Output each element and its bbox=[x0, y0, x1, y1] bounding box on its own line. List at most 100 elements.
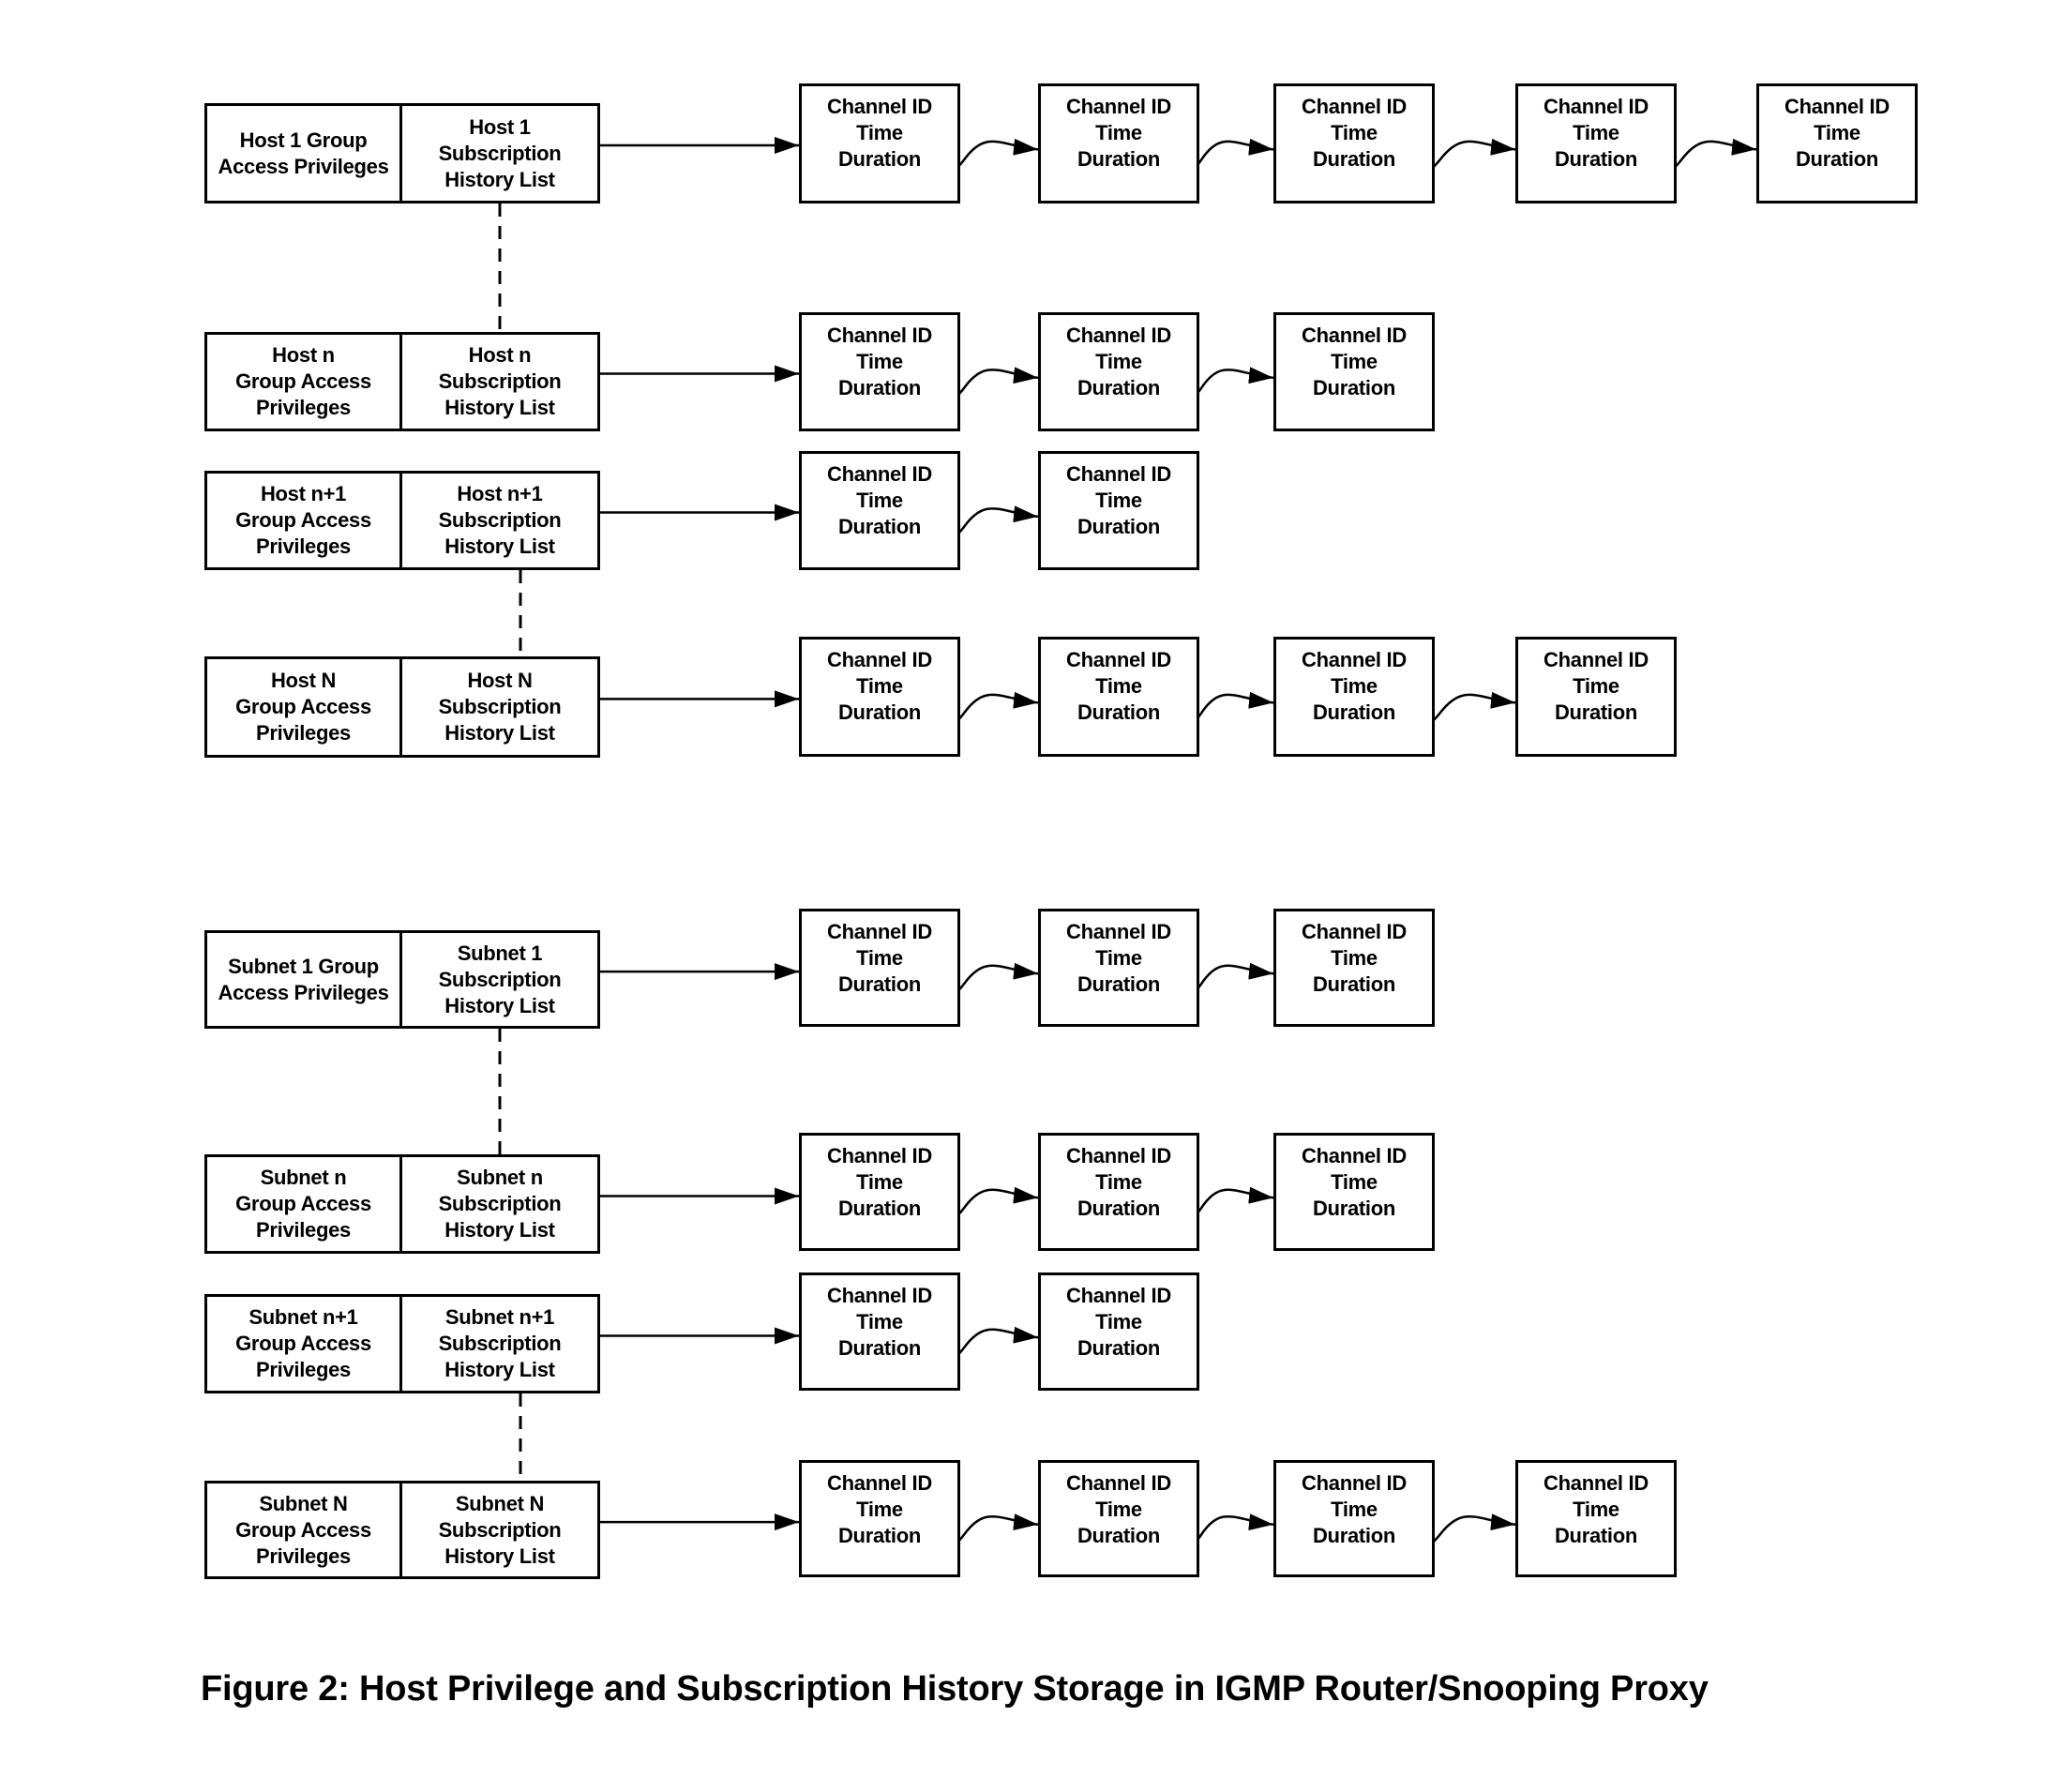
channel-id-label: Channel ID bbox=[1066, 95, 1171, 118]
channel-record: Channel ID Time Duration bbox=[1273, 1460, 1435, 1577]
time-label: Time bbox=[1095, 489, 1142, 512]
duration-label: Duration bbox=[1077, 700, 1161, 724]
time-label: Time bbox=[1331, 1170, 1378, 1194]
duration-label: Duration bbox=[837, 376, 922, 399]
duration-label: Duration bbox=[1312, 376, 1396, 399]
group-access-privileges-cell: Host n Group Access Privileges bbox=[207, 335, 402, 429]
record-host-n: Host n Group Access Privileges Host n Sub… bbox=[204, 332, 600, 431]
time-label: Time bbox=[856, 121, 903, 144]
time-label: Time bbox=[856, 1498, 903, 1521]
channel-record: Channel ID Time Duration bbox=[799, 451, 960, 570]
time-label: Time bbox=[1095, 1498, 1142, 1521]
time-label: Time bbox=[856, 1170, 903, 1194]
time-label: Time bbox=[1095, 350, 1142, 373]
channel-record: Channel ID Time Duration bbox=[1038, 909, 1199, 1027]
channel-id-label: Channel ID bbox=[827, 95, 932, 118]
channel-id-label: Channel ID bbox=[1302, 1471, 1407, 1495]
channel-id-label: Channel ID bbox=[1302, 1144, 1407, 1167]
duration-label: Duration bbox=[1795, 147, 1879, 171]
subscription-history-list-cell: Subnet n Subscription History List bbox=[438, 1166, 562, 1242]
record-subnet-1: Subnet 1 Group Access Privileges Subnet 1… bbox=[204, 930, 600, 1029]
record-subnet-n-plus-1: Subnet n+1 Group Access Privileges Subnet… bbox=[204, 1294, 600, 1393]
channel-id-label: Channel ID bbox=[1066, 462, 1171, 486]
time-label: Time bbox=[1331, 674, 1378, 698]
time-label: Time bbox=[1095, 1170, 1142, 1194]
record-host-1: Host 1 Group Access Privileges Host 1 Sub… bbox=[204, 103, 600, 203]
channel-record: Channel ID Time Duration bbox=[1273, 909, 1435, 1027]
time-label: Time bbox=[1331, 946, 1378, 970]
channel-record: Channel ID Time Duration bbox=[1515, 1460, 1677, 1577]
record-subnet-N: Subnet N Group Access Privileges Subnet N… bbox=[204, 1481, 600, 1579]
channel-record: Channel ID Time Duration bbox=[1273, 1133, 1435, 1251]
time-label: Time bbox=[856, 1310, 903, 1333]
channel-record: Channel ID Time Duration bbox=[1273, 637, 1435, 757]
duration-label: Duration bbox=[1554, 700, 1638, 724]
duration-label: Duration bbox=[1077, 1336, 1161, 1360]
channel-record: Channel ID Time Duration bbox=[1038, 1272, 1199, 1391]
channel-record: Channel ID Time Duration bbox=[799, 83, 960, 203]
time-label: Time bbox=[856, 350, 903, 373]
time-label: Time bbox=[1573, 674, 1619, 698]
channel-id-label: Channel ID bbox=[1543, 95, 1649, 118]
channel-id-label: Channel ID bbox=[827, 324, 932, 347]
channel-id-label: Channel ID bbox=[827, 462, 932, 486]
subscription-history-list-cell: Subnet n+1 Subscription History List bbox=[438, 1305, 562, 1381]
duration-label: Duration bbox=[837, 700, 922, 724]
channel-id-label: Channel ID bbox=[1066, 1471, 1171, 1495]
channel-id-label: Channel ID bbox=[1543, 1471, 1649, 1495]
channel-record: Channel ID Time Duration bbox=[1515, 83, 1677, 203]
duration-label: Duration bbox=[837, 515, 922, 538]
time-label: Time bbox=[856, 946, 903, 970]
channel-id-label: Channel ID bbox=[1066, 1144, 1171, 1167]
diagram: Figure 2: Host Privilege and Subscriptio… bbox=[0, 0, 2063, 1792]
duration-label: Duration bbox=[1077, 147, 1161, 171]
time-label: Time bbox=[1331, 350, 1378, 373]
channel-record: Channel ID Time Duration bbox=[799, 637, 960, 757]
duration-label: Duration bbox=[1077, 1524, 1161, 1547]
time-label: Time bbox=[1331, 121, 1378, 144]
channel-id-label: Channel ID bbox=[827, 1144, 932, 1167]
time-label: Time bbox=[856, 489, 903, 512]
channel-record: Channel ID Time Duration bbox=[799, 1460, 960, 1577]
time-label: Time bbox=[1095, 1310, 1142, 1333]
subscription-history-list-cell: Host 1 Subscription History List bbox=[438, 114, 562, 191]
channel-id-label: Channel ID bbox=[1543, 648, 1649, 671]
channel-id-label: Channel ID bbox=[827, 1284, 932, 1307]
record-subnet-n: Subnet n Group Access Privileges Subnet n… bbox=[204, 1154, 600, 1254]
subscription-history-list-cell: Host n Subscription History List bbox=[438, 343, 562, 419]
channel-record: Channel ID Time Duration bbox=[1038, 1133, 1199, 1251]
group-access-privileges-cell: Subnet n+1 Group Access Privileges bbox=[207, 1297, 402, 1391]
channel-id-label: Channel ID bbox=[1066, 920, 1171, 943]
subscription-history-list-cell: Host N Subscription History List bbox=[438, 669, 562, 745]
time-label: Time bbox=[1573, 1498, 1619, 1521]
time-label: Time bbox=[1095, 946, 1142, 970]
channel-record: Channel ID Time Duration bbox=[799, 1133, 960, 1251]
time-label: Time bbox=[856, 674, 903, 698]
duration-label: Duration bbox=[837, 1336, 922, 1360]
duration-label: Duration bbox=[837, 1197, 922, 1220]
channel-record: Channel ID Time Duration bbox=[1756, 83, 1918, 203]
channel-record: Channel ID Time Duration bbox=[799, 1272, 960, 1391]
group-access-privileges-cell: Subnet N Group Access Privileges bbox=[207, 1483, 402, 1576]
duration-label: Duration bbox=[837, 147, 922, 171]
duration-label: Duration bbox=[1312, 972, 1396, 996]
channel-record: Channel ID Time Duration bbox=[799, 909, 960, 1027]
channel-id-label: Channel ID bbox=[1066, 324, 1171, 347]
channel-record: Channel ID Time Duration bbox=[1038, 312, 1199, 431]
duration-label: Duration bbox=[1312, 700, 1396, 724]
channel-id-label: Channel ID bbox=[1302, 95, 1407, 118]
channel-id-label: Channel ID bbox=[1784, 95, 1890, 118]
duration-label: Duration bbox=[1077, 515, 1161, 538]
channel-record: Channel ID Time Duration bbox=[799, 312, 960, 431]
channel-id-label: Channel ID bbox=[1302, 920, 1407, 943]
channel-record: Channel ID Time Duration bbox=[1038, 1460, 1199, 1577]
duration-label: Duration bbox=[1077, 972, 1161, 996]
channel-id-label: Channel ID bbox=[1066, 648, 1171, 671]
channel-id-label: Channel ID bbox=[1302, 648, 1407, 671]
time-label: Time bbox=[1331, 1498, 1378, 1521]
duration-label: Duration bbox=[837, 1524, 922, 1547]
record-host-n-plus-1: Host n+1 Group Access Privileges Host n+1… bbox=[204, 471, 600, 570]
group-access-privileges-cell: Host N Group Access Privileges bbox=[207, 659, 402, 755]
time-label: Time bbox=[1095, 121, 1142, 144]
duration-label: Duration bbox=[837, 972, 922, 996]
